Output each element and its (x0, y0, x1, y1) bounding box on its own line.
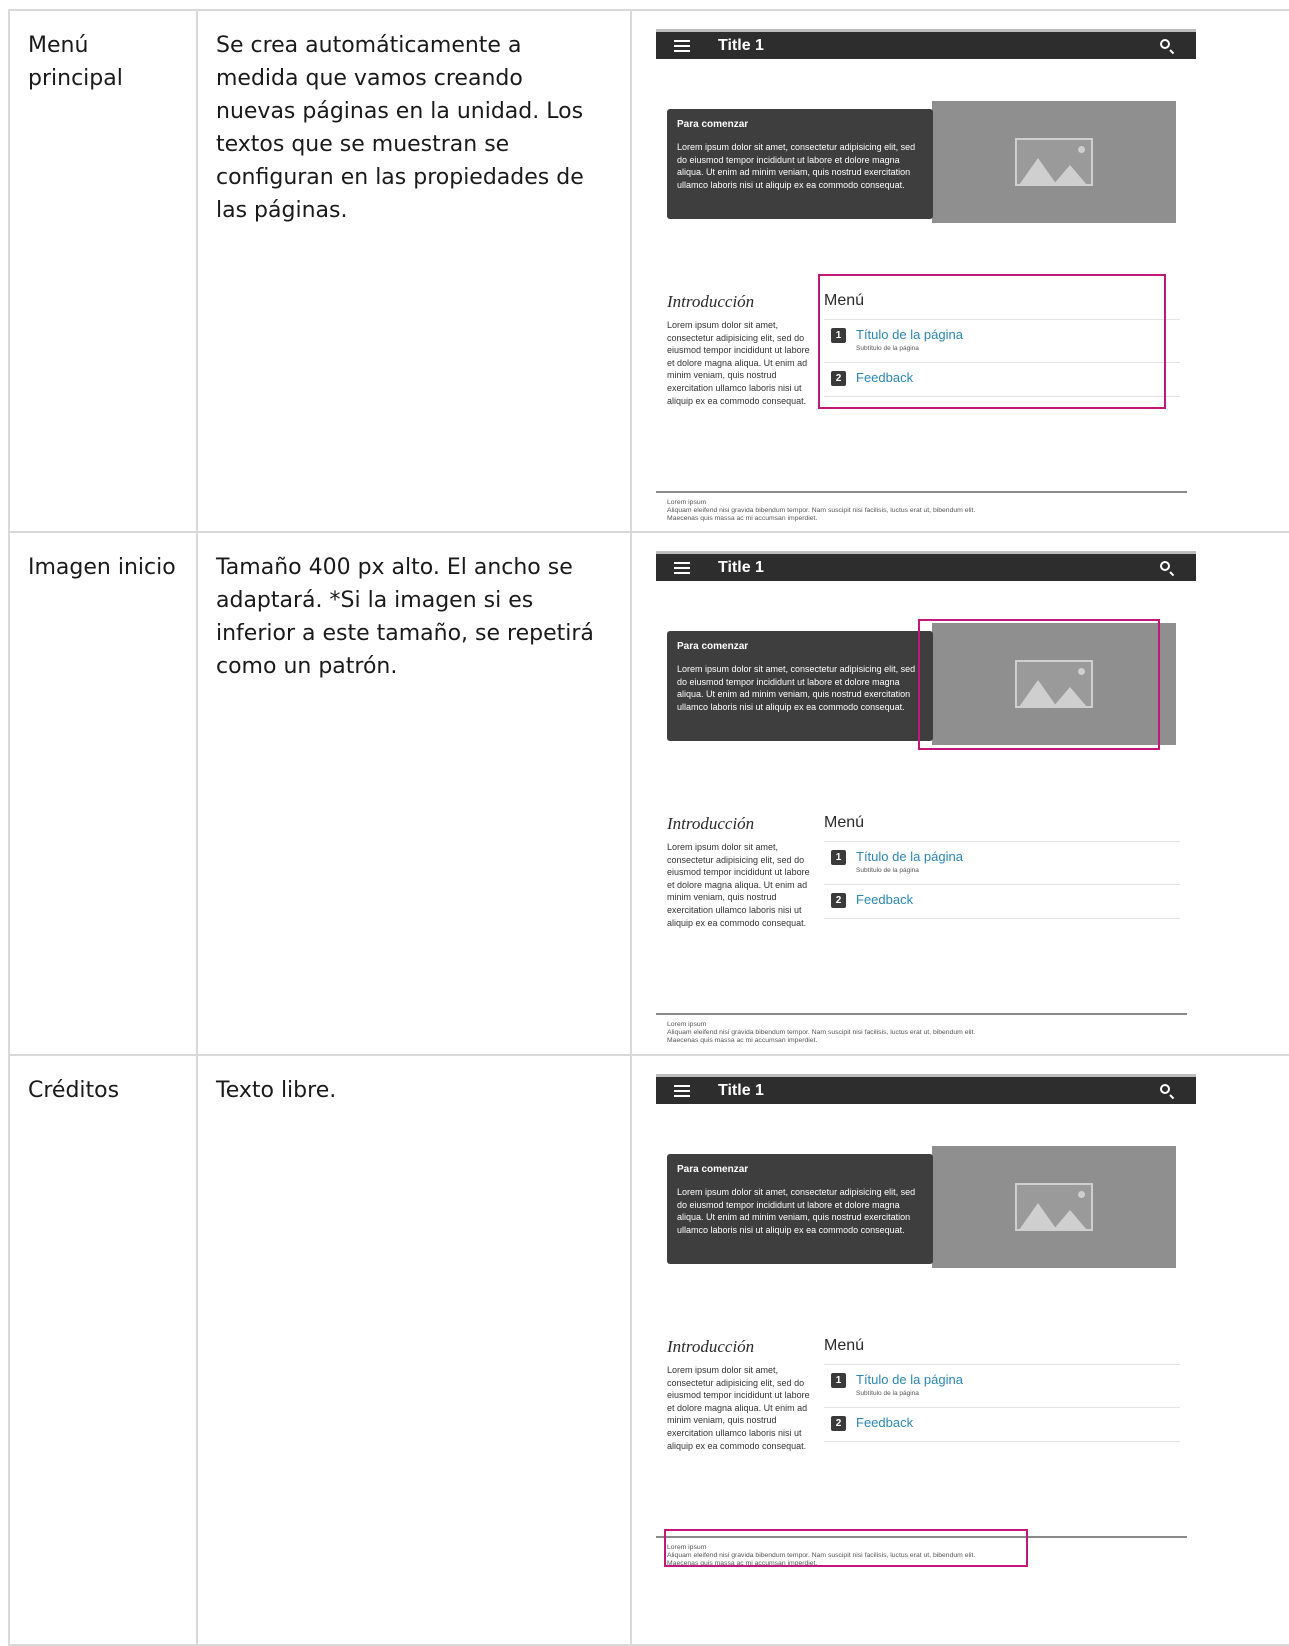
hero-image-placeholder (932, 1146, 1176, 1268)
page-mockup: Title 1 Para comenzar Lorem ipsum dolor … (656, 29, 1196, 549)
footer-line: Maecenas quis massa ac mi accumsan imper… (667, 515, 818, 522)
row-description: Se crea automáticamente a medida que vam… (216, 33, 584, 223)
hero-text-box: Para comenzar Lorem ipsum dolor sit amet… (667, 109, 933, 219)
row-preview-cell: Title 1 Para comenzar Lorem ipsum dolor … (632, 1056, 1289, 1644)
mock-menu: Menú 1 Título de la página Subtítulo de … (824, 811, 1180, 950)
intro-title: Introducción (667, 814, 755, 833)
menu-item-subtitle: Subtítulo de la página (856, 1390, 919, 1397)
footer-line: Maecenas quis massa ac mi accumsan imper… (667, 1037, 818, 1044)
search-icon[interactable] (1160, 39, 1170, 49)
footer-line: Aliquam eleifend nisi gravida bibendum t… (667, 1029, 976, 1036)
mock-bar-title: Title 1 (718, 37, 764, 54)
image-icon (1015, 138, 1093, 186)
intro-title: Introducción (667, 1337, 755, 1356)
footer-divider (656, 1536, 1187, 1538)
hero-text-box: Para comenzar Lorem ipsum dolor sit amet… (667, 631, 933, 741)
hero-image-placeholder (932, 623, 1176, 745)
footer-line: Maecenas quis massa ac mi accumsan imper… (667, 1560, 818, 1567)
footer-line: Lorem ipsum (667, 1544, 707, 1551)
menu-item-subtitle: Subtítulo de la página (856, 867, 919, 874)
row-description: Texto libre. (216, 1078, 337, 1103)
menu-item-subtitle: Subtítulo de la página (856, 345, 919, 352)
row-name: Créditos (28, 1078, 120, 1103)
intro-text: Lorem ipsum dolor sit amet, consectetur … (667, 842, 810, 928)
hero-heading: Para comenzar (677, 119, 749, 130)
table-row-creditos: Créditos Texto libre. Title 1 Para comen… (8, 1054, 1289, 1646)
row-name-cell: Créditos (8, 1056, 198, 1644)
mock-menu: Menú 1 Título de la página Subtítulo de … (824, 289, 1180, 428)
hamburger-menu-icon[interactable] (674, 1085, 690, 1097)
footer-line: Aliquam eleifend nisi gravida bibendum t… (667, 1552, 976, 1559)
footer-line: Lorem ipsum (667, 499, 707, 506)
table-row-imagen-inicio: Imagen inicio Tamaño 400 px alto. El anc… (8, 531, 1289, 1054)
mock-bar-title: Title 1 (718, 1082, 764, 1099)
settings-table: Menú principal Se crea automáticamente a… (8, 9, 1289, 1646)
row-description-cell: Texto libre. (198, 1056, 632, 1644)
row-preview-cell: Title 1 Para comenzar Lorem ipsum dolor … (632, 533, 1289, 1054)
row-name: Imagen inicio (28, 555, 176, 580)
footer-credits: Lorem ipsum Aliquam eleifend nisi gravid… (667, 1544, 975, 1568)
mock-top-bar: Title 1 (656, 1074, 1196, 1104)
menu-item-number: 1 (831, 328, 846, 343)
row-description: Tamaño 400 px alto. El ancho se adaptará… (216, 555, 594, 679)
hero-text-box: Para comenzar Lorem ipsum dolor sit amet… (667, 1154, 933, 1264)
intro-title: Introducción (667, 292, 755, 311)
menu-title: Menú (824, 814, 865, 831)
mock-bar-title: Title 1 (718, 559, 764, 576)
row-preview-cell: Title 1 Para comenzar Lorem ipsum dolor … (632, 11, 1289, 531)
mock-menu: Menú 1 Título de la página Subtítulo de … (824, 1334, 1180, 1473)
mock-top-bar: Title 1 (656, 551, 1196, 581)
hero-text: Lorem ipsum dolor sit amet, consectetur … (677, 664, 916, 712)
menu-title: Menú (824, 292, 865, 309)
hamburger-menu-icon[interactable] (674, 562, 690, 574)
hero-text: Lorem ipsum dolor sit amet, consectetur … (677, 1187, 916, 1235)
row-description-cell: Tamaño 400 px alto. El ancho se adaptará… (198, 533, 632, 1054)
footer-divider (656, 1013, 1187, 1015)
menu-item-number: 1 (831, 1373, 846, 1388)
hero-text: Lorem ipsum dolor sit amet, consectetur … (677, 142, 916, 190)
page-mockup: Title 1 Para comenzar Lorem ipsum dolor … (656, 551, 1196, 1071)
menu-item-link[interactable]: Feedback (856, 370, 913, 385)
image-icon (1015, 660, 1093, 708)
hamburger-menu-icon[interactable] (674, 40, 690, 52)
menu-item-link[interactable]: Feedback (856, 892, 913, 907)
footer-credits: Lorem ipsum Aliquam eleifend nisi gravid… (667, 499, 975, 523)
search-icon[interactable] (1160, 1084, 1170, 1094)
menu-item-link[interactable]: Título de la página (856, 849, 963, 864)
hero-heading: Para comenzar (677, 641, 749, 652)
menu-item-number: 2 (831, 371, 846, 386)
hero-image-placeholder (932, 101, 1176, 223)
row-name-cell: Menú principal (8, 11, 198, 531)
menu-title: Menú (824, 1337, 865, 1354)
menu-item-link[interactable]: Título de la página (856, 327, 963, 342)
row-description-cell: Se crea automáticamente a medida que vam… (198, 11, 632, 531)
row-name: Menú principal (28, 33, 123, 91)
search-icon[interactable] (1160, 561, 1170, 571)
menu-item-number: 1 (831, 850, 846, 865)
image-icon (1015, 1183, 1093, 1231)
intro-text: Lorem ipsum dolor sit amet, consectetur … (667, 1365, 810, 1451)
footer-line: Aliquam eleifend nisi gravida bibendum t… (667, 507, 976, 514)
footer-divider (656, 491, 1187, 493)
row-name-cell: Imagen inicio (8, 533, 198, 1054)
page-mockup: Title 1 Para comenzar Lorem ipsum dolor … (656, 1074, 1196, 1594)
menu-item-number: 2 (831, 893, 846, 908)
menu-item-number: 2 (831, 1416, 846, 1431)
footer-credits: Lorem ipsum Aliquam eleifend nisi gravid… (667, 1021, 975, 1045)
hero-heading: Para comenzar (677, 1164, 749, 1175)
menu-item-link[interactable]: Feedback (856, 1415, 913, 1430)
intro-text: Lorem ipsum dolor sit amet, consectetur … (667, 320, 810, 406)
menu-item-link[interactable]: Título de la página (856, 1372, 963, 1387)
table-row-menu-principal: Menú principal Se crea automáticamente a… (8, 9, 1289, 531)
footer-line: Lorem ipsum (667, 1021, 707, 1028)
mock-top-bar: Title 1 (656, 29, 1196, 59)
